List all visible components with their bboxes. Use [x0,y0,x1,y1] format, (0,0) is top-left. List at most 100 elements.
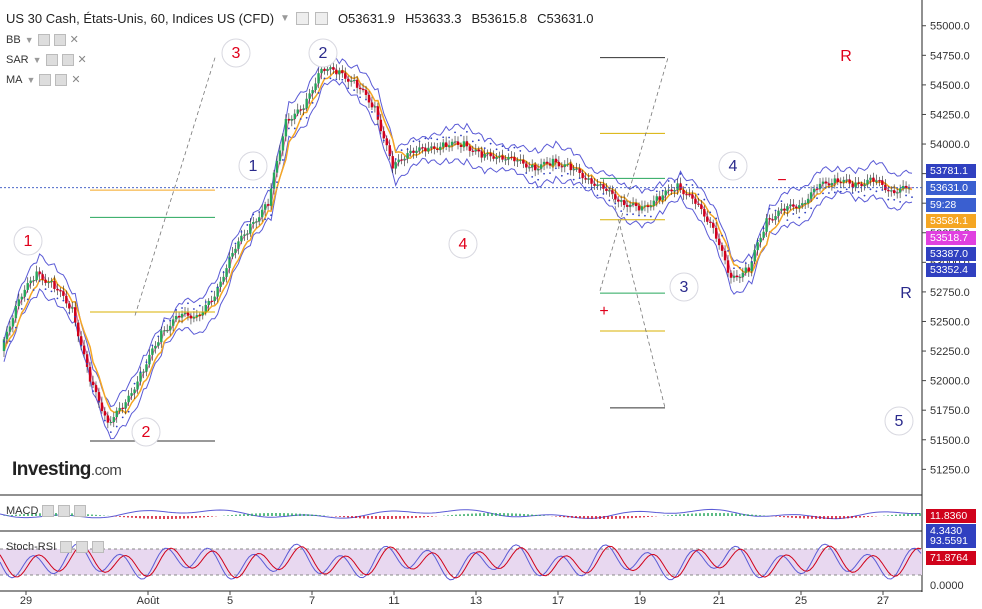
close-icon[interactable]: ✕ [71,73,80,86]
wave-label: R [900,285,912,302]
sar-dot [311,101,314,104]
candle-body [631,203,635,205]
candle-body [296,109,299,114]
sar-dot [489,142,492,145]
sar-dot [32,289,35,291]
visibility-toggle-icon[interactable] [37,33,50,46]
indicator-sar[interactable]: SAR ▼ ✕ [6,53,87,66]
sar-dot [68,311,71,314]
candle-body [284,118,288,137]
indicator-bb[interactable]: BB ▼ ✕ [6,33,79,46]
settings-icon[interactable] [42,505,55,517]
sar-dot [258,211,261,213]
candle-body [136,381,139,390]
close-icon[interactable]: ✕ [70,33,79,46]
sar-dot [501,145,504,148]
candle-body [355,80,359,88]
visibility-toggle-icon[interactable] [45,53,58,66]
sar-dot [857,191,860,193]
stoch-band-fill [0,549,922,575]
candle-body [878,180,881,182]
candle-body [85,354,89,367]
candle-body [41,274,44,280]
chevron-down-icon[interactable]: ▼ [33,55,42,65]
macd-label-text: MACD [6,505,39,517]
settings-icon[interactable] [76,541,89,553]
close-icon[interactable] [74,505,87,517]
candle-body [622,200,626,206]
y-tick-label: 51500.0 [930,435,970,447]
candle-body [652,200,656,206]
chevron-down-icon[interactable]: ▼ [25,35,34,45]
sar-dot [602,193,605,195]
candle-body [845,179,848,181]
candle-body [875,180,878,182]
candle-body [11,318,15,327]
indicator-bb-label: BB [6,33,21,46]
close-icon[interactable] [92,541,105,553]
sar-dot [786,219,789,222]
settings-icon[interactable] [314,12,328,25]
chevron-down-icon[interactable]: ▼ [27,75,36,85]
candle-body [530,164,534,168]
sar-dot [216,286,219,289]
settings-icon[interactable] [53,33,66,46]
sar-dot [703,198,706,201]
close-icon[interactable]: ✕ [78,53,87,66]
candle-body [762,231,765,238]
wave-label: 1 [24,233,33,250]
candle-body [192,316,196,319]
sar-dot [400,149,403,152]
candle-body [584,178,587,180]
candle-body [195,315,199,317]
sar-dot [750,260,753,263]
sar-dot [252,213,255,216]
indicator-sar-label: SAR [6,53,29,66]
stochrsi-label[interactable]: Stoch-RSI [6,541,105,553]
sar-dot [157,335,160,338]
x-tick-label: 7 [309,595,315,607]
visibility-toggle-icon[interactable] [39,73,52,86]
candle-body [780,208,783,211]
sar-dot [715,217,718,220]
visibility-toggle-icon[interactable] [295,12,309,25]
indicator-ma-label: MA [6,73,23,86]
candle-body [142,371,145,373]
candle-body [344,73,347,79]
chevron-down-icon[interactable]: ▼ [280,13,290,24]
candle-body [572,168,575,171]
candle-body [406,153,409,159]
candle-body [412,150,415,153]
symbol-title[interactable]: US 30 Cash, États-Unis, 60, Indices US (… [6,11,274,26]
candle-body [857,182,860,184]
candle-body [628,204,632,207]
macd-label[interactable]: MACD [6,505,87,517]
candle-body [821,181,825,184]
sar-dot [851,192,854,194]
candle-body [685,194,688,196]
candle-body [332,67,335,70]
chart-svg[interactable]: 55000.0 54750.0 54500.0 54250.0 54000.0 5 3 7 5 0… [0,0,982,609]
candle-body [824,181,828,184]
x-tick-label: 21 [713,595,725,607]
candle-body [590,178,593,184]
candle-body [151,348,154,355]
candle-body [112,417,115,423]
settings-icon[interactable] [58,505,71,517]
candle-body [5,331,9,340]
sar-dot [822,192,824,195]
candle-body [118,407,121,411]
candle-body [575,168,578,170]
settings-icon[interactable] [60,541,73,553]
sar-dot [733,267,735,270]
indicator-ma[interactable]: MA ▼ ✕ [6,73,81,86]
settings-icon[interactable] [55,73,68,86]
sar-dot [644,214,646,217]
candle-body [474,149,478,152]
candle-body [569,163,572,171]
candle-body [361,89,365,91]
settings-icon[interactable] [61,53,74,66]
candle-body [379,119,383,132]
y-tick-label: 54500.0 [930,80,970,92]
wave-label: − [777,172,786,189]
